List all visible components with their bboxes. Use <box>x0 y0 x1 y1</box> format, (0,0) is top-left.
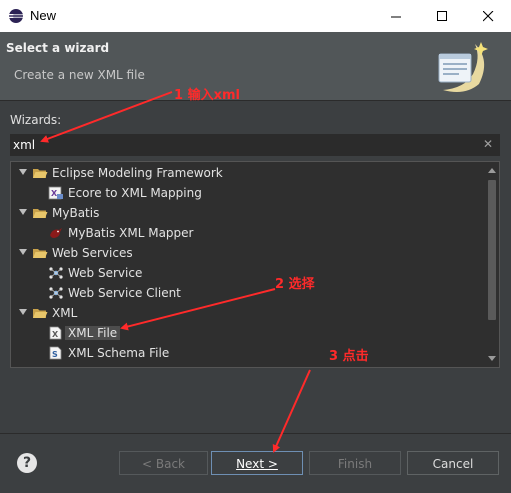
wizard-banner-icon <box>438 42 488 92</box>
wizard-filter: ✕ <box>10 134 500 156</box>
wizards-label: Wizards: <box>10 113 62 127</box>
annotation-step1: 1 输入xml <box>174 88 240 103</box>
wizard-filter-input[interactable] <box>13 136 473 153</box>
tree-item-web-service-client[interactable]: Web Service Client <box>11 283 481 303</box>
tree-group-label: XML <box>52 306 78 320</box>
wizard-heading: Select a wizard <box>6 41 110 55</box>
tree-item-label: XML Schema File <box>68 346 170 360</box>
tree-group-emf[interactable]: Eclipse Modeling Framework <box>11 163 481 183</box>
tree-item-label: Ecore to XML Mapping <box>68 186 202 200</box>
wizard-tree[interactable]: Eclipse Modeling Framework X Ecore to XM… <box>10 161 500 368</box>
clear-filter-icon[interactable]: ✕ <box>481 137 495 151</box>
next-button-label: Next > <box>236 457 278 471</box>
scrollbar-thumb[interactable] <box>488 180 496 320</box>
maximize-icon <box>437 11 447 21</box>
finish-button[interactable]: Finish <box>309 451 401 475</box>
web-service-client-icon <box>49 287 63 299</box>
close-icon <box>483 11 494 22</box>
expand-twisty-icon[interactable] <box>19 169 27 175</box>
expand-twisty-icon[interactable] <box>19 209 27 215</box>
expand-twisty-icon[interactable] <box>19 309 27 315</box>
tree-group-label: MyBatis <box>52 206 100 220</box>
next-button[interactable]: Next > <box>211 451 303 475</box>
tree-item-xml-schema-file[interactable]: S XML Schema File <box>11 343 481 363</box>
tree-item-mybatis-xml-mapper[interactable]: MyBatis XML Mapper <box>11 223 481 243</box>
scroll-down-icon[interactable] <box>488 356 496 361</box>
folder-open-icon <box>33 249 48 258</box>
footer-separator <box>0 433 511 434</box>
tree-item-label: MyBatis XML Mapper <box>68 226 194 240</box>
tree-item-ecore-xml-mapping[interactable]: X Ecore to XML Mapping <box>11 183 481 203</box>
expand-twisty-icon[interactable] <box>19 249 27 255</box>
svg-text:S: S <box>52 350 58 359</box>
folder-open-icon <box>33 209 48 218</box>
annotation-step3: 3 点击 <box>329 349 369 364</box>
tree-group-web-services[interactable]: Web Services <box>11 243 481 263</box>
minimize-icon <box>391 16 401 18</box>
wizard-description: Create a new XML file <box>14 68 145 82</box>
annotation-arrow-3 <box>272 369 311 453</box>
minimize-button[interactable] <box>373 0 419 32</box>
title-bar: New <box>0 0 511 32</box>
tree-item-xml-file[interactable]: X XML File <box>11 323 481 343</box>
wizard-header: Select a wizard Create a new XML file <box>0 32 511 100</box>
eclipse-icon <box>9 9 23 23</box>
svg-text:X: X <box>52 330 59 339</box>
tree-item-label: Web Service Client <box>68 286 181 300</box>
help-button[interactable]: ? <box>17 453 37 473</box>
mybatis-bird-icon <box>50 228 62 238</box>
tree-group-xml[interactable]: XML <box>11 303 481 323</box>
web-service-icon <box>49 267 63 279</box>
tree-item-label: Web Service <box>68 266 143 280</box>
cancel-button[interactable]: Cancel <box>407 451 499 475</box>
tree-item-label: XML File <box>65 326 121 340</box>
window-title: New <box>30 8 57 23</box>
svg-text:X: X <box>51 189 58 198</box>
maximize-button[interactable] <box>419 0 465 32</box>
header-separator <box>0 100 511 101</box>
tree-scrollbar[interactable] <box>485 162 499 367</box>
annotation-step2: 2 选择 <box>275 277 315 292</box>
tree-group-mybatis[interactable]: MyBatis <box>11 203 481 223</box>
xml-file-icon: X <box>49 326 62 340</box>
tree-group-label: Eclipse Modeling Framework <box>52 166 223 180</box>
close-button[interactable] <box>465 0 511 32</box>
scroll-up-icon[interactable] <box>488 168 496 173</box>
ecore-xml-icon: X <box>48 186 63 200</box>
back-button[interactable]: < Back <box>119 451 208 475</box>
folder-open-icon <box>33 169 48 178</box>
tree-item-web-service[interactable]: Web Service <box>11 263 481 283</box>
xml-schema-file-icon: S <box>49 346 62 360</box>
tree-group-label: Web Services <box>52 246 133 260</box>
folder-open-icon <box>33 309 48 318</box>
